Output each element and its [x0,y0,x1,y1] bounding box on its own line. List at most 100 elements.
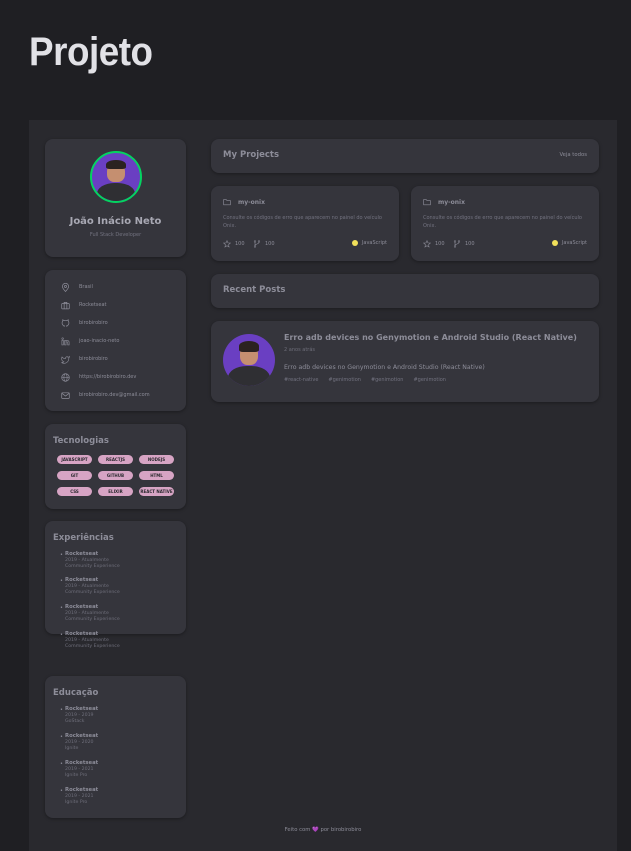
education-item: • Rocketseat 2019 - 2020 Ignite [60,733,180,752]
repo-card[interactable]: my-onix Consulte os códigos de erro que … [211,186,399,261]
education-course: GoStack [65,718,85,724]
education-course: Ignite Pro [65,799,88,805]
bullet-icon: • [60,761,63,767]
language-dot-icon [551,240,558,246]
bullet-icon: • [60,552,63,558]
education-school: Rocketseat [65,787,99,793]
education-school: Rocketseat [65,760,99,766]
repo-language-name: JavaScript [561,240,587,246]
repo-card[interactable]: my-onix Consulte os códigos de erro que … [411,186,599,261]
repo-language-name: JavaScript [361,240,387,246]
tech-tag: ELIXIR [98,487,133,496]
star-icon [423,240,431,248]
experience-item: • Rocketseat 2019 - Atualmente Community… [60,631,180,650]
star-icon [223,240,231,248]
experience-item: • Rocketseat 2019 - Atualmente Community… [60,604,180,623]
bullet-icon: • [60,788,63,794]
repo-forks: 100 [453,240,475,248]
profile-name: João Inácio Neto [69,216,162,227]
post-tag: #genimotion [413,377,446,383]
repo-name: my-onix [238,198,265,206]
footer-suffix: por birobirobiro [320,827,362,833]
folder-icon [423,199,431,206]
heart-icon: 💜 [312,827,319,833]
repo-header: my-onix [223,198,265,206]
post-excerpt: Erro adb devices no Genymotion e Android… [284,364,485,371]
linkedin-icon [61,336,70,345]
location-pin-icon [61,282,70,292]
techs-title: Tecnologias [53,436,109,446]
footer-prefix: Feito com [284,827,311,833]
techs-card: Tecnologias JAVASCRIPT REACTJS NODEJS GI… [45,424,186,509]
fork-icon [253,240,261,248]
info-company-text: Rocketseat [79,302,107,308]
twitter-icon [61,355,70,364]
info-linkedin-text: joao-inacio-neto [79,338,120,344]
experience-role: Community Experience [65,643,120,649]
education-card: Educação • Rocketseat 2019 - 2019 GoStac… [45,676,186,818]
projects-title: My Projects [223,150,280,160]
tech-tag: REACTJS [98,455,133,464]
bullet-icon: • [60,707,63,713]
repo-stars-count: 100 [435,241,445,247]
repo-forks-count: 100 [265,241,275,247]
recent-posts-title: Recent Posts [223,285,286,295]
info-website[interactable]: https://birobirobiro.dev [61,372,136,382]
info-twitter-text: birobirobiro [79,356,108,362]
repo-language: JavaScript [351,240,387,246]
tech-tag: JAVASCRIPT [57,455,92,464]
experience-role: Community Experience [65,589,120,595]
info-email[interactable]: birobirobiro.dev@gmail.com [61,390,150,400]
tech-tag: REACT NATIVE [139,487,174,496]
github-icon [61,318,70,327]
briefcase-icon [61,301,70,309]
education-school: Rocketseat [65,733,99,739]
bullet-icon: • [60,632,63,638]
info-github[interactable]: birobirobiro [61,318,108,328]
experience-card: Experiências • Rocketseat 2019 - Atualme… [45,521,186,649]
recent-posts-header: Recent Posts [211,274,599,308]
post-card[interactable]: Erro adb devices no Genymotion e Android… [211,321,599,402]
experience-role: Community Experience [65,616,120,622]
folder-icon [223,199,231,206]
experience-item: • Rocketseat 2019 - Atualmente Community… [60,577,180,596]
see-all-link[interactable]: Veja todos [559,152,587,158]
tech-tag: GIT [57,471,92,480]
experience-company: Rocketseat [65,631,99,637]
experience-company: Rocketseat [65,604,99,610]
repo-footer: 100 100 JavaScript [423,240,587,250]
tech-tag: CSS [57,487,92,496]
info-company: Rocketseat [61,300,107,310]
repo-forks: 100 [253,240,275,248]
repo-name: my-onix [438,198,465,206]
fork-icon [453,240,461,248]
info-linkedin[interactable]: joao-inacio-neto [61,336,119,346]
globe-icon [61,372,70,382]
footer: Feito com 💜 por birobirobiro [29,827,617,833]
info-location: Brasil [61,282,93,292]
repo-stars-count: 100 [235,241,245,247]
info-website-text: https://birobirobiro.dev [79,374,137,380]
education-item: • Rocketseat 2019 - 2021 Ignite Pro [60,787,180,806]
bullet-icon: • [60,578,63,584]
post-tag: #react-native [284,377,319,383]
info-twitter[interactable]: birobirobiro [61,354,108,364]
mail-icon [61,391,70,399]
education-school: Rocketseat [65,706,99,712]
tech-tag: NODEJS [139,455,174,464]
experience-item: • Rocketseat 2019 - Atualmente Community… [60,551,180,570]
repo-stars: 100 [223,240,245,248]
post-title[interactable]: Erro adb devices no Genymotion e Android… [284,333,577,342]
language-dot-icon [351,240,358,246]
info-email-text: birobirobiro.dev@gmail.com [79,392,150,398]
repo-forks-count: 100 [465,241,475,247]
tech-tag: GITHUB [98,471,133,480]
avatar [90,151,142,203]
education-item: • Rocketseat 2019 - 2021 Ignite Pro [60,760,180,779]
experience-company: Rocketseat [65,551,99,557]
post-tag: #genimotion [370,377,404,383]
info-github-text: birobirobiro [79,320,108,326]
repo-description: Consulte os códigos de erro que aparecem… [223,215,382,229]
education-course: Ignite Pro [65,772,88,778]
profile-role: Full Stack Developer [89,232,142,238]
